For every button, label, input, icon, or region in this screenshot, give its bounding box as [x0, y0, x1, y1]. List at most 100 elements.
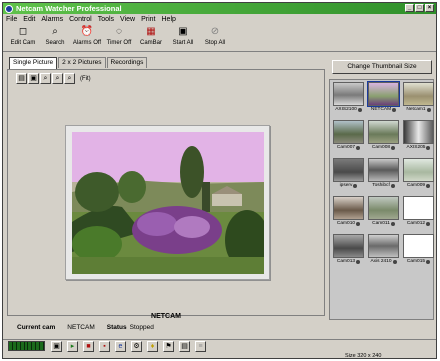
thumbnail-image [368, 120, 399, 144]
stop-all-label: Stop All [204, 40, 226, 46]
status-dot-icon [426, 259, 431, 264]
edit-icon: ◻ [18, 26, 28, 37]
thumbnail-image [403, 234, 434, 258]
view-tabs: Single Picture 2 x 2 Pictures Recordings [9, 57, 148, 69]
maximize-button[interactable]: □ [415, 4, 424, 12]
thumbnail-image [403, 120, 434, 144]
snapshot-icon[interactable]: ▪ [99, 340, 110, 352]
camera-name: NETCAM [151, 313, 181, 320]
camera-image[interactable] [72, 132, 264, 274]
camera-image-frame [65, 125, 270, 280]
thumbnail-image [333, 234, 364, 258]
thumbnail-item[interactable]: Cam009 [402, 158, 435, 195]
thumbnail-label: AXIS2100 [335, 107, 357, 112]
single-picture-panel: ▤ ▣ ⌕ ⌕ ⌕ (Fit) [7, 69, 325, 316]
thumbnail-image [333, 158, 364, 182]
edit-cam-button[interactable]: ◻ Edit Cam [7, 24, 39, 51]
timer-off-label: Timer Off [106, 40, 132, 46]
thumbnail-item[interactable]: Cam012 [402, 196, 435, 233]
alarms-off-button[interactable]: ⏰ Alarms Off [71, 24, 103, 51]
thumbnail-item[interactable]: Cam011 [367, 196, 400, 233]
stop-icon: ⊘ [210, 26, 220, 37]
zoom-icon[interactable]: ⌕ [40, 73, 51, 84]
start-all-button[interactable]: ▣ Start All [167, 24, 199, 51]
thumbnail-label: Toshibcf [372, 183, 390, 188]
status-dot-icon [356, 221, 361, 226]
fit-icon[interactable]: ▣ [28, 73, 39, 84]
edit-cam-label: Edit Cam [10, 40, 36, 46]
status-dot-icon [353, 183, 358, 188]
camera-status-row: Current cam NETCAM Status Stopped [17, 324, 154, 331]
close-button[interactable]: × [425, 4, 434, 12]
menu-alarms[interactable]: Alarms [41, 16, 63, 23]
cambar-button[interactable]: ▦ CamBar [135, 24, 167, 51]
menu-print[interactable]: Print [141, 16, 155, 23]
status-dot-icon [426, 221, 431, 226]
menu-view[interactable]: View [120, 16, 135, 23]
stop-all-button[interactable]: ⊘ Stop All [199, 24, 231, 51]
status-dot-icon [426, 107, 431, 112]
title-bar[interactable]: Netcam Watcher Professional _ □ × [3, 3, 436, 14]
search-button[interactable]: ⌕ Search [39, 24, 71, 51]
actual-size-icon[interactable]: ▤ [16, 73, 27, 84]
thumbnail-label: Cam010 [336, 221, 356, 226]
play-icon[interactable]: ▸ [67, 340, 78, 352]
motion-level-meter [8, 341, 45, 351]
bulb-icon[interactable]: ♦ [147, 340, 158, 352]
status-dot-icon [391, 145, 396, 150]
thumbnail-item[interactable]: Cam007 [332, 120, 365, 157]
thumbnail-image [367, 81, 400, 107]
thumbnail-image [368, 196, 399, 220]
thumbnail-item[interactable]: ipserv [332, 158, 365, 195]
thumbnail-item[interactable]: AXIS205 [402, 120, 435, 157]
list-icon[interactable]: ≡ [195, 340, 206, 352]
window-title: Netcam Watcher Professional [16, 4, 122, 13]
zoom-in-icon[interactable]: ⌕ [52, 73, 63, 84]
panel-icon[interactable]: ▤ [179, 340, 190, 352]
menu-control[interactable]: Control [69, 16, 92, 23]
timer-off-button[interactable]: ◌ Timer Off [103, 24, 135, 51]
current-cam-value: NETCAM [67, 324, 95, 331]
app-icon[interactable] [5, 4, 13, 13]
thumbnail-item[interactable]: Cam015 [402, 234, 435, 271]
thumbnail-item[interactable]: Toshibcf [367, 158, 400, 195]
thumbnail-label: ipserv [339, 183, 353, 188]
settings-icon[interactable]: ⚙ [131, 340, 142, 352]
change-thumbnail-size-button[interactable]: Change Thumbnail Size [332, 60, 432, 74]
ie-icon[interactable]: e [115, 340, 126, 352]
tab-2x2-pictures[interactable]: 2 x 2 Pictures [58, 57, 106, 68]
thumbnail-image [333, 82, 364, 106]
menu-tools[interactable]: Tools [98, 16, 114, 23]
thumbnail-label: Cam009 [406, 183, 426, 188]
menu-file[interactable]: File [6, 16, 17, 23]
thumbnail-item[interactable]: NETCAM [367, 81, 400, 119]
thumbnail-label: Axis 2410 [370, 259, 392, 264]
menu-edit[interactable]: Edit [23, 16, 35, 23]
thumbnail-image [333, 120, 364, 144]
thumbnail-label: Cam008 [371, 145, 391, 150]
tab-single-picture[interactable]: Single Picture [9, 57, 58, 69]
zoom-out-icon[interactable]: ⌕ [64, 73, 75, 84]
thumbnail-item[interactable]: Cam010 [332, 196, 365, 233]
status-dot-icon [390, 221, 395, 226]
viewer-pane: Single Picture 2 x 2 Pictures Recordings… [5, 54, 327, 339]
menu-help[interactable]: Help [162, 16, 176, 23]
zoom-toolbar: ▤ ▣ ⌕ ⌕ ⌕ (Fit) [16, 73, 91, 84]
minimize-button[interactable]: _ [405, 4, 414, 12]
thumbnail-item[interactable]: Axis 2410 [367, 234, 400, 271]
stop-recording-icon[interactable]: ■ [83, 340, 94, 352]
status-dot-icon [356, 145, 361, 150]
thumbnail-item[interactable]: Cam013 [332, 234, 365, 271]
thumbnail-image [368, 234, 399, 258]
tab-recordings[interactable]: Recordings [106, 57, 148, 68]
image-size: Size 320 x 240 [345, 353, 382, 359]
thumbnail-item[interactable]: Cam008 [367, 120, 400, 157]
status-dot-icon [426, 145, 431, 150]
flag-icon[interactable]: ⚑ [163, 340, 174, 352]
thumbnail-image [403, 158, 434, 182]
start-all-label: Start All [172, 40, 194, 46]
search-label: Search [45, 40, 65, 46]
thumbnail-item[interactable]: AXIS2100 [332, 82, 365, 119]
record-icon[interactable]: ▣ [51, 340, 62, 352]
thumbnail-item[interactable]: Netcam1 [402, 82, 435, 119]
